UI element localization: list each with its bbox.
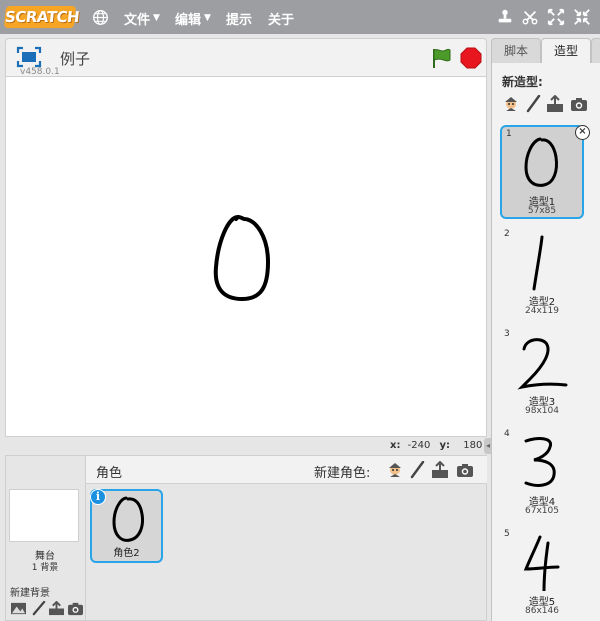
stage-canvas[interactable] xyxy=(5,76,487,437)
x-value: -240 xyxy=(407,440,431,451)
new-sprite-label: 新建角色: xyxy=(314,466,371,481)
paint-brush-icon[interactable] xyxy=(408,461,426,479)
file-menu-label: 文件 xyxy=(124,12,151,28)
costume-thumbnail xyxy=(532,235,544,291)
new-backdrop-label: 新建背景 xyxy=(10,588,50,599)
costume-number: 5 xyxy=(504,529,510,539)
sprite-thumbnail xyxy=(112,496,144,542)
stop-icon[interactable] xyxy=(460,47,482,69)
tab-sounds[interactable] xyxy=(591,38,600,64)
project-title[interactable]: 例子 xyxy=(60,48,90,69)
file-menu[interactable]: 文件 ▼ xyxy=(124,9,160,28)
costume-size: 98x104 xyxy=(525,406,559,416)
edit-menu-label: 编辑 xyxy=(175,12,202,28)
stage-column: 舞台 1 背景 新建背景 xyxy=(6,456,86,620)
sprite-tile[interactable]: i 角色2 xyxy=(90,489,163,563)
costume-thumbnail xyxy=(517,338,568,390)
costume-item[interactable]: 4 造型4 67x105 xyxy=(500,427,584,521)
stage-thumbnail[interactable] xyxy=(9,489,79,542)
costume-item[interactable]: 5 造型5 86x146 xyxy=(500,527,584,621)
costume-thumbnail xyxy=(524,437,556,487)
upload-icon[interactable] xyxy=(48,601,65,616)
upload-icon[interactable] xyxy=(431,461,449,479)
costume-size: 24x119 xyxy=(525,306,559,316)
costume-number: 4 xyxy=(504,429,510,439)
tab-costumes[interactable]: 造型 xyxy=(541,38,591,64)
edit-menu[interactable]: 编辑 ▼ xyxy=(175,9,211,28)
globe-icon[interactable] xyxy=(92,9,109,26)
costume-thumbnail xyxy=(523,535,560,591)
paint-brush-icon[interactable] xyxy=(524,95,542,113)
delete-icon[interactable]: × xyxy=(575,125,590,140)
sprite-name: 角色2 xyxy=(113,548,140,559)
costume-size: 57x85 xyxy=(527,206,557,216)
caret-down-icon: ▼ xyxy=(204,13,211,23)
scratch-logo[interactable]: SCRATCH xyxy=(3,6,80,28)
costume-number: 3 xyxy=(504,329,510,339)
costume-size: 86x146 xyxy=(525,606,559,616)
grow-icon[interactable] xyxy=(547,8,565,26)
tips-menu[interactable]: 提示 xyxy=(226,9,252,28)
tab-bar: 脚本 造型 xyxy=(491,38,600,64)
green-flag-icon[interactable] xyxy=(430,47,452,69)
costume-library-icon[interactable] xyxy=(502,95,520,113)
sprite-list-header: 角色 新建角色: xyxy=(86,456,487,484)
camera-icon[interactable] xyxy=(456,461,474,479)
costume-number: 1 xyxy=(506,129,512,139)
fullscreen-icon[interactable] xyxy=(16,46,42,68)
tab-scripts[interactable]: 脚本 xyxy=(491,38,541,64)
paint-brush-icon[interactable] xyxy=(30,601,47,616)
y-label: y: xyxy=(439,440,451,451)
sprite-zero-drawing[interactable] xyxy=(6,77,488,438)
sprites-title: 角色 xyxy=(96,466,123,481)
x-label: x: xyxy=(390,440,401,451)
costume-item[interactable]: 2 造型2 24x119 xyxy=(500,227,584,321)
delete-scissors-icon[interactable] xyxy=(521,8,539,26)
costume-pane: 新造型: 1 × 造型1 57x85 2 造型2 24x119 3 造型3 98… xyxy=(491,63,600,621)
caret-down-icon: ▼ xyxy=(153,13,160,23)
backdrop-library-icon[interactable] xyxy=(10,601,27,616)
costume-thumbnail xyxy=(524,137,558,187)
stage-header: 例子 v458.0.1 xyxy=(5,38,487,77)
sprite-library-icon[interactable] xyxy=(386,461,404,479)
about-menu[interactable]: 关于 xyxy=(268,9,294,28)
mouse-coords: x: -240 y: 180 xyxy=(390,440,482,454)
upload-icon[interactable] xyxy=(546,95,564,113)
sprite-panel: 舞台 1 背景 新建背景 角色 新建角色: i 角色2 xyxy=(5,455,487,621)
costume-size: 67x105 xyxy=(525,506,559,516)
costume-item[interactable]: 3 造型3 98x104 xyxy=(500,327,584,421)
y-value: 180 xyxy=(463,440,483,451)
info-icon[interactable]: i xyxy=(90,489,106,505)
costume-number: 2 xyxy=(504,229,510,239)
camera-icon[interactable] xyxy=(67,601,84,616)
costume-item[interactable]: 1 × 造型1 57x85 xyxy=(500,125,590,219)
menu-bar: SCRATCH 文件 ▼ 编辑 ▼ 提示 关于 xyxy=(0,0,600,34)
shrink-icon[interactable] xyxy=(573,8,591,26)
camera-icon[interactable] xyxy=(570,95,588,113)
duplicate-stamp-icon[interactable] xyxy=(496,8,514,26)
new-costume-label: 新造型: xyxy=(502,75,543,89)
backdrop-count: 1 背景 xyxy=(31,563,59,573)
